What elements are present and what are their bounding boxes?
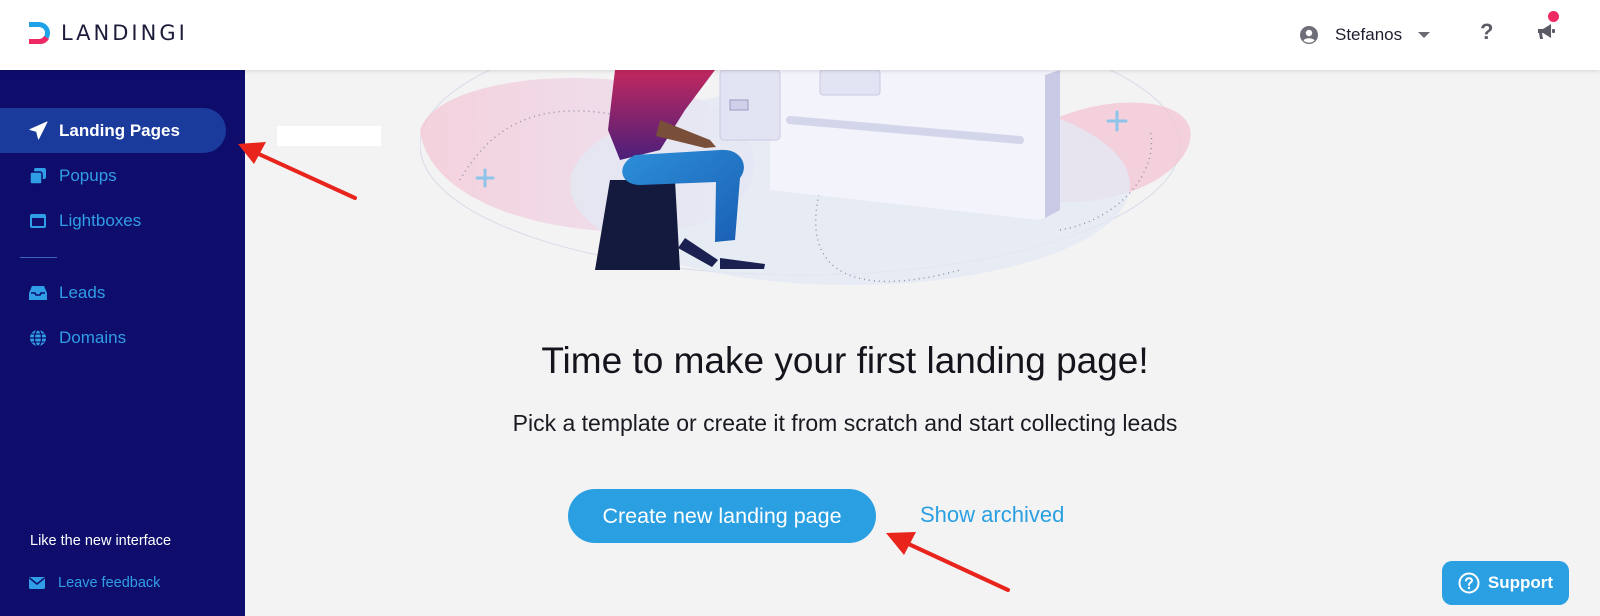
- megaphone-icon[interactable]: [1536, 22, 1556, 42]
- like-new-interface-text: Like the new interface: [30, 533, 172, 549]
- globe-icon: [28, 328, 48, 348]
- annotation-arrow-create-button: [886, 532, 1010, 592]
- sidebar-item-label: Domains: [59, 327, 127, 347]
- sidebar-item-lightboxes[interactable]: Lightboxes: [0, 198, 141, 243]
- page-subheadline: Pick a template or create it from scratc…: [512, 410, 1178, 436]
- logo-text: LANDINGI: [61, 21, 188, 45]
- inbox-icon: [28, 283, 48, 303]
- popups-icon: [28, 166, 48, 186]
- help-icon[interactable]: ?: [1480, 19, 1493, 45]
- user-menu[interactable]: Stefanos: [1300, 20, 1431, 50]
- landingi-logo[interactable]: LANDINGI: [27, 19, 188, 47]
- help-circle-icon: [1458, 572, 1480, 594]
- sidebar-item-label: Lightboxes: [59, 210, 142, 230]
- page-headline: Time to make your first landing page!: [541, 340, 1149, 381]
- lightbox-icon: [28, 211, 48, 231]
- sidebar-item-landing-pages[interactable]: Landing Pages: [0, 108, 226, 153]
- support-label: Support: [1487, 573, 1554, 592]
- leave-feedback-link[interactable]: Leave feedback: [29, 575, 160, 591]
- sidebar-item-popups[interactable]: Popups: [0, 153, 117, 198]
- chevron-down-icon[interactable]: [1418, 32, 1431, 38]
- sidebar-item-label: Popups: [59, 165, 117, 185]
- support-button[interactable]: Support: [1442, 561, 1569, 605]
- sidebar: Landing Pages Popups Lightboxes Leads Do…: [0, 70, 245, 616]
- user-name: Stefanos: [1335, 25, 1403, 44]
- logo-mark-icon: [29, 22, 50, 45]
- sidebar-divider: [20, 257, 57, 258]
- sidebar-item-label: Leads: [59, 282, 106, 302]
- envelope-icon: [29, 577, 45, 589]
- show-archived-link[interactable]: Show archived: [920, 502, 1064, 528]
- sidebar-item-label: Landing Pages: [59, 120, 180, 140]
- sidebar-item-leads[interactable]: Leads: [0, 270, 105, 315]
- paper-plane-icon: [28, 121, 48, 141]
- create-landing-page-button[interactable]: Create new landing page: [568, 489, 876, 543]
- user-avatar-icon: [1300, 26, 1318, 44]
- leave-feedback-label: Leave feedback: [58, 575, 161, 591]
- sidebar-item-domains[interactable]: Domains: [0, 315, 126, 360]
- top-bar: LANDINGI Stefanos ?: [0, 0, 1600, 70]
- notification-dot: [1548, 11, 1559, 22]
- annotation-arrow-sidebar: [238, 142, 357, 200]
- hero-illustration: [420, 70, 1191, 285]
